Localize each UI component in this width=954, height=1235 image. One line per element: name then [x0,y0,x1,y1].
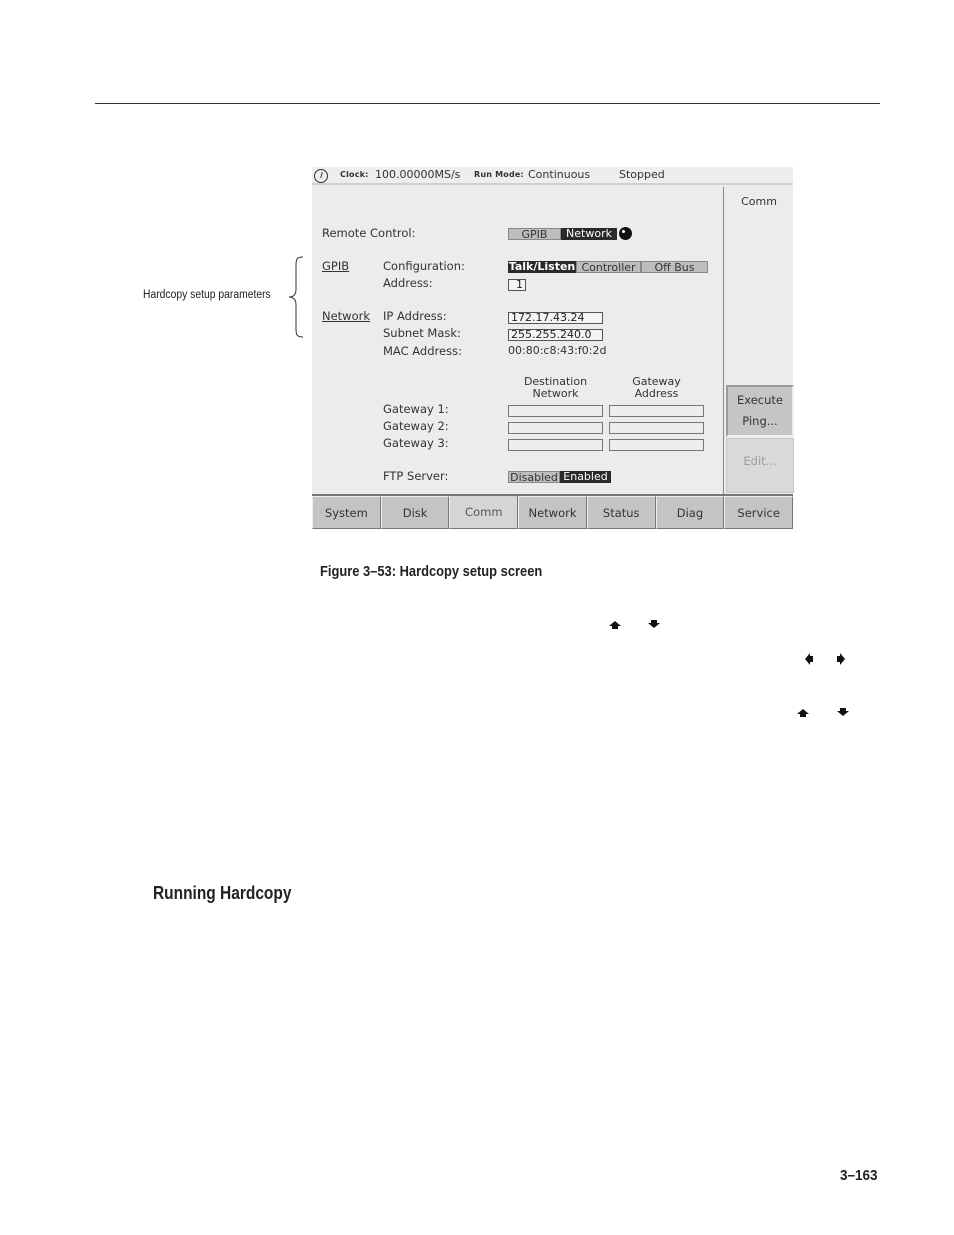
configuration-label: Configuration: [383,259,465,273]
execute-ping-button[interactable]: Execute Ping... [726,385,794,437]
remote-control-toggle[interactable]: GPIB Network [508,228,617,241]
gateway-address-header: Gateway Address [609,376,704,400]
execute-label: Execute [737,393,783,407]
knob-icon [619,227,632,240]
clock-value: 100.00000MS/s [375,168,461,181]
figure-caption: Figure 3–53: Hardcopy setup screen [320,563,543,580]
side-panel-title: Comm [741,195,777,208]
ftp-server-label: FTP Server: [383,469,449,483]
side-panel: Comm Execute Ping... Edit... [723,187,794,494]
gpib-address-field[interactable]: 1 [508,279,526,291]
up-arrow-icon [609,621,621,629]
left-arrow-icon [805,653,813,665]
right-arrow-icon [837,653,845,665]
address-label: Address: [383,276,433,290]
callout-label: Hardcopy setup parameters [143,289,271,301]
section-heading: Running Hardcopy [153,883,292,903]
edit-button[interactable]: Edit... [726,438,794,493]
destination-network-header: Destination Network [508,376,603,400]
gateway-3-label: Gateway 3: [383,436,449,450]
config-option-off-bus[interactable]: Off Bus [641,261,708,274]
ping-label: Ping... [742,414,778,428]
subnet-mask-field[interactable]: 255.255.240.0 [508,329,603,341]
gateway-1-label: Gateway 1: [383,402,449,416]
tab-comm[interactable]: Comm [449,496,519,529]
tab-disk[interactable]: Disk [380,496,450,529]
gateway-1-address-field[interactable] [609,405,704,417]
mac-address-label: MAC Address: [383,344,462,358]
destination-header-line2: Network [532,387,579,400]
configuration-toggle[interactable]: Talk/Listen Controller Off Bus [508,261,708,274]
gateway-1-destination-field[interactable] [508,405,603,417]
status-bar: Clock: 100.00000MS/s Run Mode: Continuou… [312,167,793,185]
page-number: 3–163 [840,1167,878,1184]
brace-icon [288,256,304,338]
ip-address-field[interactable]: 172.17.43.24 [508,312,603,324]
config-option-controller[interactable]: Controller [576,261,641,274]
remote-control-label: Remote Control: [322,226,416,240]
tab-network[interactable]: Network [518,496,587,529]
tab-status[interactable]: Status [586,496,656,529]
config-option-talk-listen[interactable]: Talk/Listen [508,261,576,273]
tab-system[interactable]: System [312,496,381,529]
gateway-header-line2: Address [634,387,679,400]
clock-icon [314,169,328,183]
ftp-server-toggle[interactable]: Disabled Enabled [508,471,611,484]
gpib-section-label: GPIB [322,259,350,273]
run-state: Stopped [619,168,665,181]
tab-diag[interactable]: Diag [655,496,725,529]
mac-address-value: 00:80:c8:43:f0:2d [508,344,607,357]
comm-setup-screen: Clock: 100.00000MS/s Run Mode: Continuou… [312,167,794,529]
network-section-label: Network [322,309,371,323]
ftp-option-enabled[interactable]: Enabled [560,471,611,483]
gateway-3-destination-field[interactable] [508,439,603,451]
subnet-mask-label: Subnet Mask: [383,326,461,340]
clock-label: Clock: [340,170,369,179]
run-mode-value: Continuous [528,168,591,181]
bottom-tab-bar: System Disk Comm Network Status Diag Ser… [312,494,794,529]
gateway-2-address-field[interactable] [609,422,704,434]
down-arrow-icon [648,620,660,628]
ip-address-label: IP Address: [383,309,447,323]
remote-option-network[interactable]: Network [561,228,617,240]
down-arrow-icon [837,708,849,716]
up-arrow-icon [797,709,809,717]
tab-service[interactable]: Service [724,496,794,529]
run-mode-label: Run Mode: [474,170,524,179]
gateway-3-address-field[interactable] [609,439,704,451]
ftp-option-disabled[interactable]: Disabled [508,471,560,484]
gateway-2-destination-field[interactable] [508,422,603,434]
gateway-2-label: Gateway 2: [383,419,449,433]
remote-option-gpib[interactable]: GPIB [508,228,561,241]
header-rule [95,103,880,104]
